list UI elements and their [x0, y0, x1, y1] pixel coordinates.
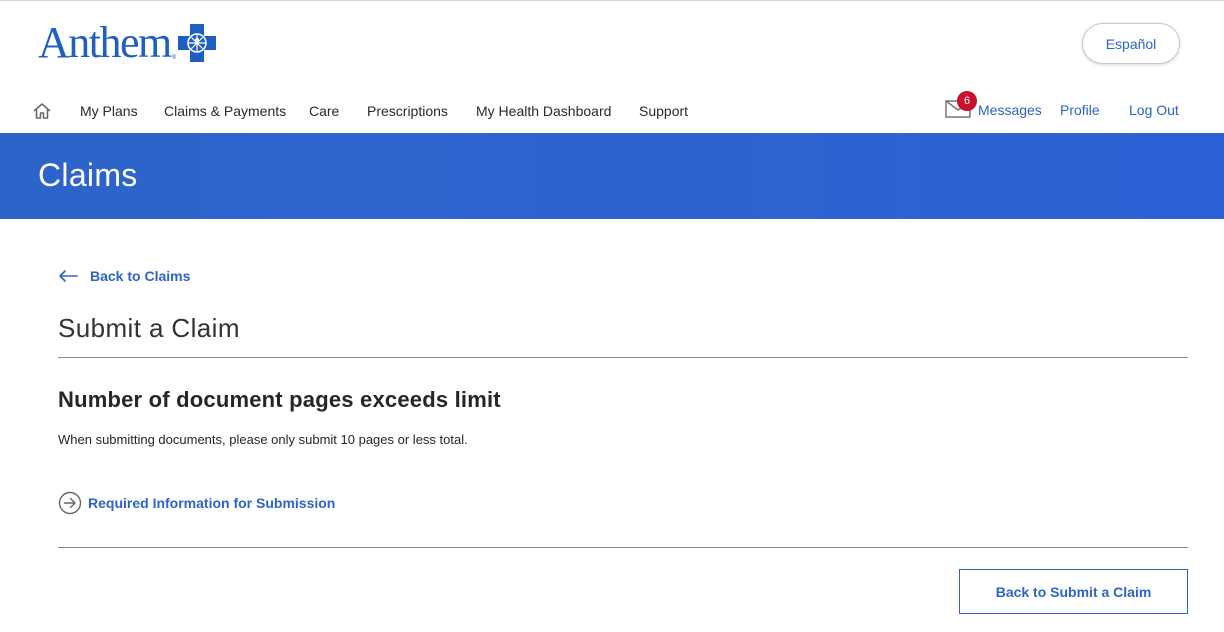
title-divider — [58, 357, 1188, 358]
required-information-label: Required Information for Submission — [88, 495, 336, 511]
circle-arrow-right-icon — [58, 491, 82, 515]
error-heading: Number of document pages exceeds limit — [58, 387, 501, 412]
arrow-left-icon — [59, 270, 78, 282]
language-toggle-button[interactable]: Español — [1082, 23, 1180, 64]
logo-registered-mark: ® — [171, 55, 177, 61]
messages-count-badge: 6 — [957, 91, 977, 111]
messages-icon-button[interactable]: 6 — [944, 90, 977, 120]
nav-item-claims-payments[interactable]: Claims & Payments — [164, 103, 286, 119]
page-title: Submit a Claim — [58, 313, 240, 343]
nav-item-support[interactable]: Support — [639, 103, 688, 119]
back-to-claims-label: Back to Claims — [90, 268, 191, 284]
blue-cross-shield-icon — [178, 24, 217, 62]
logout-link[interactable]: Log Out — [1129, 102, 1179, 118]
page-banner: Claims — [0, 133, 1224, 219]
anthem-logo[interactable]: Anthem ® — [38, 18, 217, 67]
profile-link[interactable]: Profile — [1060, 102, 1100, 118]
nav-item-prescriptions[interactable]: Prescriptions — [367, 103, 448, 119]
banner-title: Claims — [38, 157, 138, 193]
error-description: When submitting documents, please only s… — [58, 432, 468, 447]
nav-item-my-health-dashboard[interactable]: My Health Dashboard — [476, 103, 611, 119]
back-to-claims-link[interactable]: Back to Claims — [58, 268, 190, 284]
required-information-link[interactable]: Required Information for Submission — [58, 491, 335, 515]
home-icon[interactable] — [32, 101, 52, 121]
nav-item-my-plans[interactable]: My Plans — [80, 103, 138, 119]
nav-item-care[interactable]: Care — [309, 103, 339, 119]
back-to-submit-claim-button[interactable]: Back to Submit a Claim — [959, 569, 1188, 614]
messages-link[interactable]: Messages — [978, 102, 1042, 118]
footer-divider — [58, 547, 1188, 548]
top-border — [0, 0, 1224, 1]
logo-wordmark: Anthem — [38, 18, 172, 67]
